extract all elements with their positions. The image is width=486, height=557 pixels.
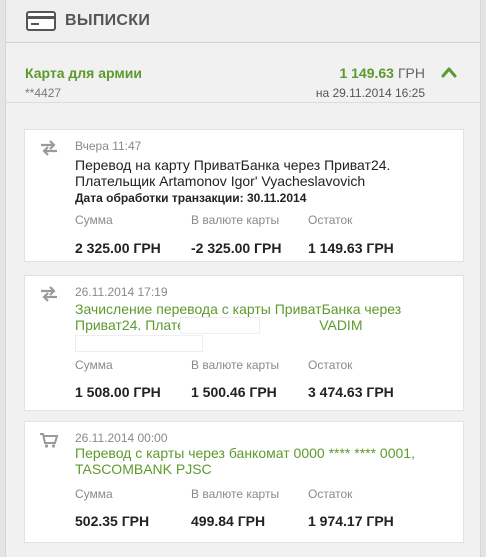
rest-header: Остаток [308, 358, 353, 372]
account-number: **4427 [25, 86, 62, 100]
account-name[interactable]: Карта для армии [25, 65, 142, 81]
transaction-time: Вчера 11:47 [75, 139, 142, 153]
sum-header: Сумма [75, 213, 113, 227]
cart-icon [40, 433, 59, 448]
rest-value: 1 149.63 ГРН [308, 240, 394, 256]
description-line: Перевод с карты через банкомат 0000 ****… [75, 445, 415, 461]
statements-panel: ВЫПИСКИ Карта для армии **4427 1 149.63 Г… [5, 0, 481, 557]
description-line: Перевод на карту ПриватБанка через Прива… [75, 157, 391, 173]
card-currency-header: В валюте карты [191, 487, 280, 501]
rest-header: Остаток [308, 487, 353, 501]
page-title: ВЫПИСКИ [65, 12, 151, 29]
sum-value: 2 325.00 ГРН [75, 240, 161, 256]
redaction-mask [180, 317, 260, 334]
transaction-time: 26.11.2014 00:00 [75, 431, 168, 445]
account-summary[interactable]: Карта для армии **4427 1 149.63 ГРН на 29… [6, 43, 480, 103]
statements-header: ВЫПИСКИ [6, 0, 480, 43]
rest-header: Остаток [308, 213, 353, 227]
sum-header: Сумма [75, 358, 113, 372]
redaction-mask [75, 335, 203, 352]
transfer-icon [41, 140, 57, 156]
card-amount-value: -2 325.00 ГРН [191, 240, 282, 256]
transaction-description: Зачисление перевода с карты ПриватБанка … [75, 301, 445, 333]
transfer-icon [41, 286, 57, 302]
rest-value: 1 974.17 ГРН [308, 513, 394, 529]
transaction-time: 26.11.2014 17:19 [75, 285, 168, 299]
transaction-card[interactable]: 26.11.2014 17:19 Зачисление перевода с к… [24, 275, 464, 411]
processing-date: Дата обработки транзакции: 30.11.2014 [75, 191, 307, 205]
transaction-description: Перевод на карту ПриватБанка через Прива… [75, 157, 445, 189]
sum-value: 502.35 ГРН [75, 513, 150, 529]
card-icon [26, 11, 56, 31]
payer-name: VADIM [319, 317, 363, 333]
description-line: TASCOMBANK PJSC [75, 461, 212, 477]
description-line: Приват24. Плательщик VADIM [75, 317, 445, 333]
description-line: Зачисление перевода с карты ПриватБанка … [75, 301, 402, 317]
card-amount-value: 1 500.46 ГРН [191, 384, 277, 400]
card-currency-header: В валюте карты [191, 213, 280, 227]
rest-value: 3 474.63 ГРН [308, 384, 394, 400]
sum-header: Сумма [75, 487, 113, 501]
transaction-description: Перевод с карты через банкомат 0000 ****… [75, 445, 445, 477]
sum-value: 1 508.00 ГРН [75, 384, 161, 400]
card-currency-header: В валюте карты [191, 358, 280, 372]
transaction-card[interactable]: Вчера 11:47 Перевод на карту ПриватБанка… [24, 129, 464, 262]
account-balance: 1 149.63 ГРН [316, 65, 425, 81]
transaction-card[interactable]: 26.11.2014 00:00 Перевод с карты через б… [24, 421, 464, 543]
balance-currency: ГРН [397, 65, 425, 81]
balance-date: на 29.11.2014 16:25 [315, 86, 425, 100]
chevron-up-icon[interactable] [441, 66, 457, 78]
balance-amount: 1 149.63 [339, 65, 394, 81]
description-line: Плательщик Artamonov Igor' Vyacheslavovi… [75, 173, 366, 189]
card-amount-value: 499.84 ГРН [191, 513, 266, 529]
